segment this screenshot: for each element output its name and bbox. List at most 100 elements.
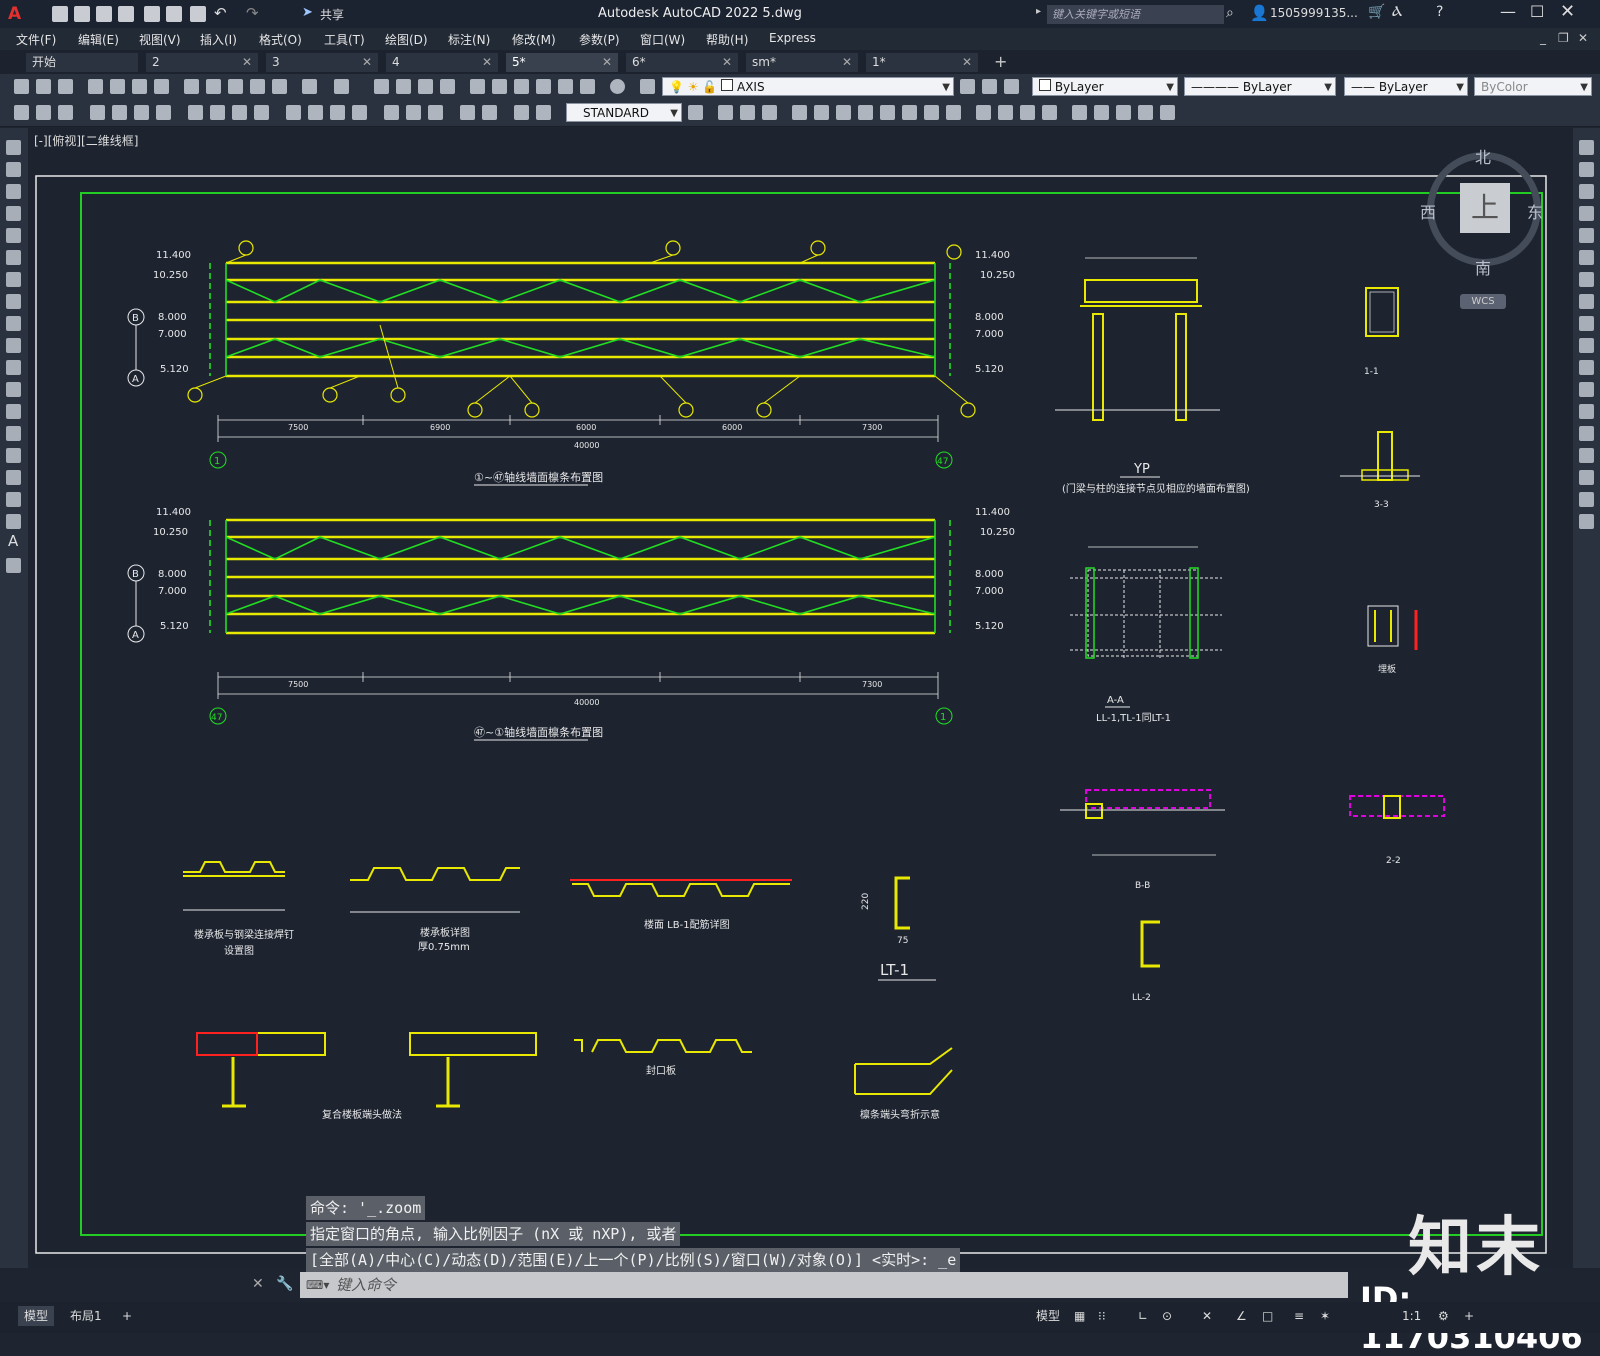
tab-layout1[interactable]: 布局1 — [64, 1306, 108, 1326]
object-snap-tracking-icon[interactable]: ∠ — [1230, 1306, 1253, 1326]
dim-text: 7500 — [288, 680, 308, 689]
axis-bubble: 1 — [214, 456, 220, 467]
elevation-label: 10.250 — [153, 270, 188, 281]
command-history-line: 命令: '_.zoom — [306, 1196, 426, 1220]
elevation-label: 10.250 — [980, 270, 1015, 281]
elevation-label: 8.000 — [975, 312, 1004, 323]
bb-title: B-B — [1135, 881, 1150, 891]
dim-text: 7300 — [862, 423, 882, 432]
watermark-logo: 知末 — [1408, 1211, 1544, 1285]
elevation-label: 8.000 — [158, 569, 187, 580]
elevation-label: 7.000 — [975, 586, 1004, 597]
detail-2-subtitle: 厚0.75mm — [418, 941, 470, 953]
axis-bubble: B — [132, 313, 139, 324]
viewcube-top-face[interactable]: 上 — [1460, 183, 1510, 233]
lt1-dim: 75 — [897, 936, 908, 946]
annotation-visibility-icon[interactable]: ✶ — [1314, 1306, 1336, 1326]
detail-1-subtitle: 设置图 — [224, 945, 254, 957]
plan-1: 1 47 B A 11.400 10.250 8.000 7.000 5.120… — [127, 240, 1015, 486]
section-2-2: 2-2 — [1386, 856, 1401, 866]
axis-bubble: 1 — [940, 712, 946, 723]
axis-bubble: A — [132, 630, 139, 641]
detail-3-title: 楼面 LB-1配筋详图 — [644, 918, 730, 931]
model-space-button[interactable]: 模型 — [1030, 1306, 1066, 1326]
command-placeholder: 键入命令 — [336, 1276, 397, 1294]
command-history-line: [全部(A)/中心(C)/动态(D)/范围(E)/上一个(P)/比例(S)/窗口… — [306, 1248, 961, 1272]
elevation-label: 11.400 — [156, 507, 191, 518]
elevation-label: 8.000 — [158, 312, 187, 323]
detail-6-title: 檩条端头弯折示意 — [860, 1108, 940, 1121]
isodraft-icon[interactable]: ✕ — [1196, 1306, 1218, 1326]
elevation-label: 11.400 — [975, 250, 1010, 261]
compass-south[interactable]: 南 — [1475, 255, 1491, 279]
ortho-icon[interactable]: ∟ — [1132, 1306, 1154, 1326]
recent-commands-icon[interactable]: ⌨▾ — [306, 1272, 329, 1298]
bb-detail: B-B — [1060, 789, 1225, 891]
scale-button[interactable]: 1:1 — [1396, 1306, 1427, 1326]
compass-north[interactable]: 北 — [1475, 144, 1491, 168]
detail-5-title: 封口板 — [646, 1064, 676, 1077]
section-details: 1-1 3-3 埋板 2-2 — [1340, 287, 1445, 866]
compass-west[interactable]: 西 — [1420, 199, 1436, 223]
drawing-title: ㊼~①轴线墙面檩条布置图 — [474, 725, 603, 739]
dim-text: 40000 — [574, 441, 599, 450]
dim-text: 6000 — [576, 423, 596, 432]
customize-icon[interactable]: 🔧 — [276, 1276, 293, 1292]
yp-title: YP — [1133, 462, 1150, 477]
dim-text: 6900 — [430, 423, 450, 432]
yp-subtitle: (门梁与柱的连接节点见相应的墙面布置图) — [1062, 482, 1250, 495]
section-1-1: 1-1 — [1364, 367, 1379, 377]
drawing-title: ①~㊼轴线墙面檩条布置图 — [474, 470, 603, 484]
command-history-line: 指定窗口的角点, 输入比例因子 (nX 或 nXP), 或者 — [306, 1222, 681, 1246]
command-close-icon[interactable]: ✕ — [252, 1276, 264, 1292]
ll2-title: LL-2 — [1132, 993, 1151, 1003]
snap-icon[interactable]: ⁝⁝ — [1092, 1306, 1112, 1326]
section-3-3: 3-3 — [1374, 500, 1389, 510]
aa-subtitle: LL-1,TL-1同LT-1 — [1096, 712, 1171, 724]
add-layout-icon[interactable]: + — [116, 1306, 138, 1326]
elevation-label: 7.000 — [975, 329, 1004, 340]
elevation-label: 5.120 — [975, 364, 1004, 375]
settings-icon[interactable]: ⚙ — [1432, 1306, 1455, 1326]
plan-2: 47 1 B A 11.400 10.250 8.000 7.000 5.120… — [127, 507, 1015, 741]
lt1-dim: 220 — [861, 893, 871, 910]
c-section-details: LL-2 220 75 LT-1 — [861, 876, 1160, 1003]
detail-1-title: 楼承板与钢梁连接焊钉 — [194, 928, 294, 941]
dim-text: 6000 — [722, 423, 742, 432]
yp-detail: YP (门梁与柱的连接节点见相应的墙面布置图) — [1055, 257, 1250, 495]
elevation-label: 8.000 — [975, 569, 1004, 580]
axis-bubble: 47 — [937, 457, 948, 467]
polar-icon[interactable]: ⊙ — [1156, 1306, 1178, 1326]
aa-detail: A-A LL-1,TL-1同LT-1 — [1070, 546, 1222, 724]
detail-4-title: 复合楼板端头做法 — [322, 1108, 402, 1121]
dim-text: 7300 — [862, 680, 882, 689]
elevation-label: 5.120 — [160, 621, 189, 632]
lt1-title: LT-1 — [880, 961, 909, 979]
elevation-label: 7.000 — [158, 586, 187, 597]
elevation-label: 11.400 — [975, 507, 1010, 518]
wcs-menu[interactable]: WCS — [1460, 294, 1506, 309]
tab-model[interactable]: 模型 — [18, 1306, 55, 1326]
dim-text: 40000 — [574, 698, 599, 707]
elevation-label: 5.120 — [160, 364, 189, 375]
axis-bubble: B — [132, 569, 139, 580]
status-bar: 模型 布局1 + 模型 ▦ ⁝⁝ ∟ ⊙ ✕ ∠ □ ≡ ✶ 1:1 ⚙ + — [0, 1302, 1600, 1333]
sheet-border — [35, 175, 1547, 1254]
command-input[interactable]: ⌨▾ 键入命令 — [300, 1272, 1348, 1298]
add-icon[interactable]: + — [1458, 1306, 1480, 1326]
aa-title: A-A — [1107, 695, 1124, 706]
lineweight-icon[interactable]: ≡ — [1288, 1306, 1310, 1326]
axis-bubble: A — [132, 374, 139, 385]
elevation-label: 11.400 — [156, 250, 191, 261]
axis-bubble: 47 — [211, 713, 222, 723]
floor-deck-details: 楼承板与钢梁连接焊钉 设置图 楼承板详图 厚0.75mm 楼面 LB-1配筋详图… — [183, 861, 953, 1121]
drawing-canvas: 1 47 B A 11.400 10.250 8.000 7.000 5.120… — [35, 175, 1547, 1254]
dim-text: 7500 — [288, 423, 308, 432]
grid-icon[interactable]: ▦ — [1068, 1306, 1091, 1326]
detail-2-title: 楼承板详图 — [420, 926, 470, 939]
embed-plate-title: 埋板 — [1378, 663, 1396, 675]
elevation-label: 10.250 — [980, 527, 1015, 538]
compass-east[interactable]: 东 — [1527, 199, 1543, 223]
object-snap-icon[interactable]: □ — [1256, 1306, 1279, 1326]
elevation-label: 5.120 — [975, 621, 1004, 632]
